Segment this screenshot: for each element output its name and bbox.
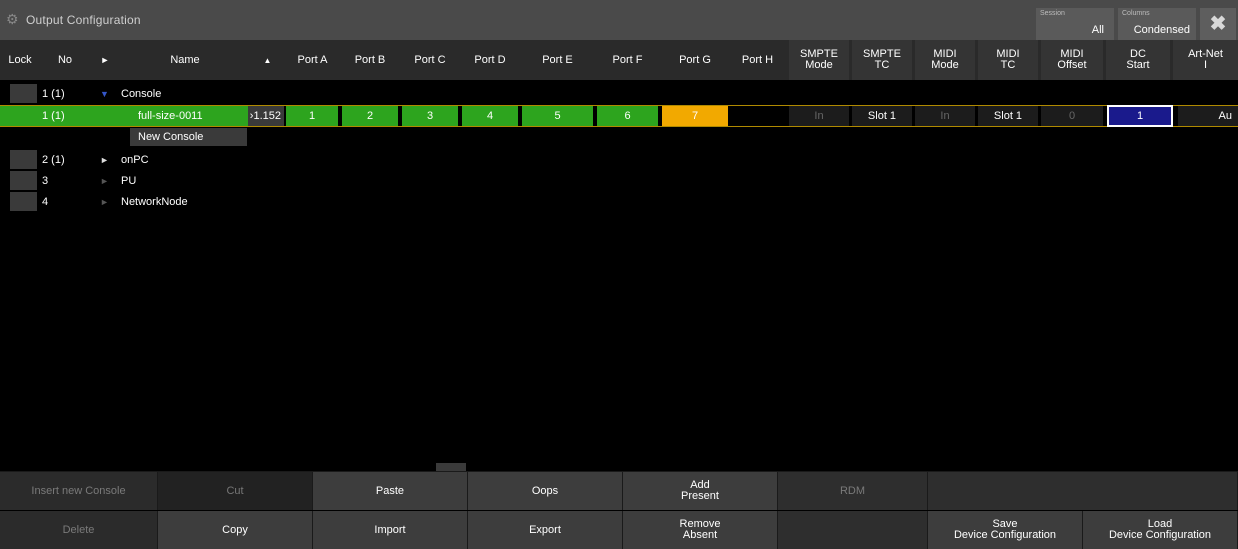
device-row-bg bbox=[0, 106, 250, 126]
port-f-value[interactable]: 6 bbox=[597, 106, 658, 126]
row-no: 1 (1) bbox=[42, 88, 65, 100]
midi-offset-value[interactable]: 0 bbox=[1041, 106, 1103, 126]
remove-absent-button[interactable]: Remove Absent bbox=[623, 511, 778, 549]
save-device-configuration-button[interactable]: Save Device Configuration bbox=[928, 511, 1083, 549]
col-port-a[interactable]: Port A bbox=[285, 40, 340, 80]
col-midi-offset[interactable]: MIDI Offset bbox=[1041, 40, 1103, 80]
gear-icon[interactable]: ⚙ bbox=[6, 12, 20, 26]
table-row-onpc[interactable]: 2 (1) ► onPC bbox=[0, 150, 1238, 170]
table-row-device[interactable]: 1 (1) full-size-0011 ›1.152 1 2 3 4 5 6 … bbox=[0, 105, 1238, 127]
collapse-icon[interactable]: ▼ bbox=[100, 84, 109, 104]
col-midi-tc[interactable]: MIDI TC bbox=[978, 40, 1038, 80]
load-device-configuration-button[interactable]: Load Device Configuration bbox=[1083, 511, 1238, 549]
port-a-value[interactable]: 1 bbox=[286, 106, 338, 126]
row-no: 1 (1) bbox=[42, 110, 65, 122]
paste-button[interactable]: Paste bbox=[313, 472, 468, 510]
col-port-f[interactable]: Port F bbox=[595, 40, 660, 80]
delete-button[interactable]: Delete bbox=[0, 511, 158, 549]
col-port-c[interactable]: Port C bbox=[400, 40, 460, 80]
port-e-value[interactable]: 5 bbox=[522, 106, 593, 126]
lock-toggle[interactable] bbox=[10, 171, 37, 190]
import-button[interactable]: Import bbox=[313, 511, 468, 549]
save-line2: Device Configuration bbox=[953, 529, 1057, 541]
ip-address: ›1.152 bbox=[248, 106, 284, 126]
sort-ascending-icon[interactable]: ▲ bbox=[250, 40, 285, 80]
window-title: Output Configuration bbox=[26, 13, 141, 27]
close-icon: ✖ bbox=[1209, 13, 1227, 35]
columns-value: Condensed bbox=[1133, 24, 1190, 36]
col-name[interactable]: Name bbox=[120, 40, 250, 80]
columns-toggle[interactable]: Columns Condensed bbox=[1118, 8, 1196, 40]
col-port-b[interactable]: Port B bbox=[340, 40, 400, 80]
title-bar: ⚙ Output Configuration Session All Colum… bbox=[0, 0, 1238, 40]
midi-tc-value[interactable]: Slot 1 bbox=[978, 106, 1038, 126]
table-row-pu[interactable]: 3 ► PU bbox=[0, 171, 1238, 191]
columns-label: Columns bbox=[1122, 10, 1150, 17]
load-line2: Device Configuration bbox=[1108, 529, 1212, 541]
empty-slot bbox=[778, 511, 928, 549]
row-name: PU bbox=[121, 175, 137, 187]
col-port-e[interactable]: Port E bbox=[520, 40, 595, 80]
expand-all-icon[interactable]: ► bbox=[90, 40, 120, 80]
col-port-d[interactable]: Port D bbox=[460, 40, 520, 80]
lock-toggle[interactable] bbox=[10, 150, 37, 169]
smpte-tc-value[interactable]: Slot 1 bbox=[852, 106, 912, 126]
port-b-value[interactable]: 2 bbox=[342, 106, 398, 126]
expand-icon[interactable]: ► bbox=[100, 171, 109, 191]
remove-absent-line2: Absent bbox=[682, 529, 718, 541]
port-g-value[interactable]: 7 bbox=[662, 106, 728, 126]
col-port-h[interactable]: Port H bbox=[730, 40, 785, 80]
add-present-line2: Present bbox=[681, 490, 719, 502]
close-button[interactable]: ✖ bbox=[1200, 8, 1236, 40]
new-console-button[interactable]: New Console bbox=[130, 128, 247, 146]
export-button[interactable]: Export bbox=[468, 511, 623, 549]
table-row-console[interactable]: 1 (1) ▼ Console bbox=[0, 84, 1238, 104]
lock-toggle[interactable] bbox=[10, 192, 37, 211]
row-name: onPC bbox=[121, 154, 149, 166]
dc-start-value[interactable]: 1 bbox=[1107, 105, 1173, 127]
port-h-value[interactable] bbox=[732, 106, 784, 126]
expand-icon[interactable]: ► bbox=[100, 150, 109, 170]
row-name[interactable]: full-size-0011 bbox=[138, 106, 203, 126]
session-value: All bbox=[1091, 24, 1104, 36]
col-no[interactable]: No bbox=[40, 40, 90, 80]
row-no: 4 bbox=[42, 196, 49, 208]
oops-button[interactable]: Oops bbox=[468, 472, 623, 510]
table-row-networknode[interactable]: 4 ► NetworkNode bbox=[0, 192, 1238, 212]
session-filter[interactable]: Session All bbox=[1036, 8, 1114, 40]
row-no: 3 bbox=[42, 175, 49, 187]
port-c-value[interactable]: 3 bbox=[402, 106, 458, 126]
col-midi-mode[interactable]: MIDI Mode bbox=[915, 40, 975, 80]
col-artnet[interactable]: Art-Net I bbox=[1173, 40, 1238, 80]
expand-icon[interactable]: ► bbox=[100, 192, 109, 212]
row-name: Console bbox=[121, 88, 162, 100]
rdm-button[interactable]: RDM bbox=[778, 472, 928, 510]
col-dc-start[interactable]: DC Start bbox=[1106, 40, 1170, 80]
midi-mode-value[interactable]: In bbox=[915, 106, 975, 126]
artnet-value[interactable]: Au bbox=[1178, 106, 1238, 126]
scroll-handle[interactable] bbox=[436, 463, 466, 471]
col-lock[interactable]: Lock bbox=[0, 40, 40, 80]
session-label: Session bbox=[1040, 10, 1065, 17]
insert-new-console-button[interactable]: Insert new Console bbox=[0, 472, 158, 510]
cut-button[interactable]: Cut bbox=[158, 472, 313, 510]
lock-toggle[interactable] bbox=[10, 84, 37, 103]
col-smpte-tc[interactable]: SMPTE TC bbox=[852, 40, 912, 80]
col-port-g[interactable]: Port G bbox=[660, 40, 730, 80]
smpte-mode-value[interactable]: In bbox=[789, 106, 849, 126]
col-smpte-mode[interactable]: SMPTE Mode bbox=[789, 40, 849, 80]
add-present-button[interactable]: Add Present bbox=[623, 472, 778, 510]
row-no: 2 (1) bbox=[42, 154, 65, 166]
port-d-value[interactable]: 4 bbox=[462, 106, 518, 126]
empty-slot bbox=[928, 472, 1238, 510]
row-name: NetworkNode bbox=[121, 196, 188, 208]
copy-button[interactable]: Copy bbox=[158, 511, 313, 549]
